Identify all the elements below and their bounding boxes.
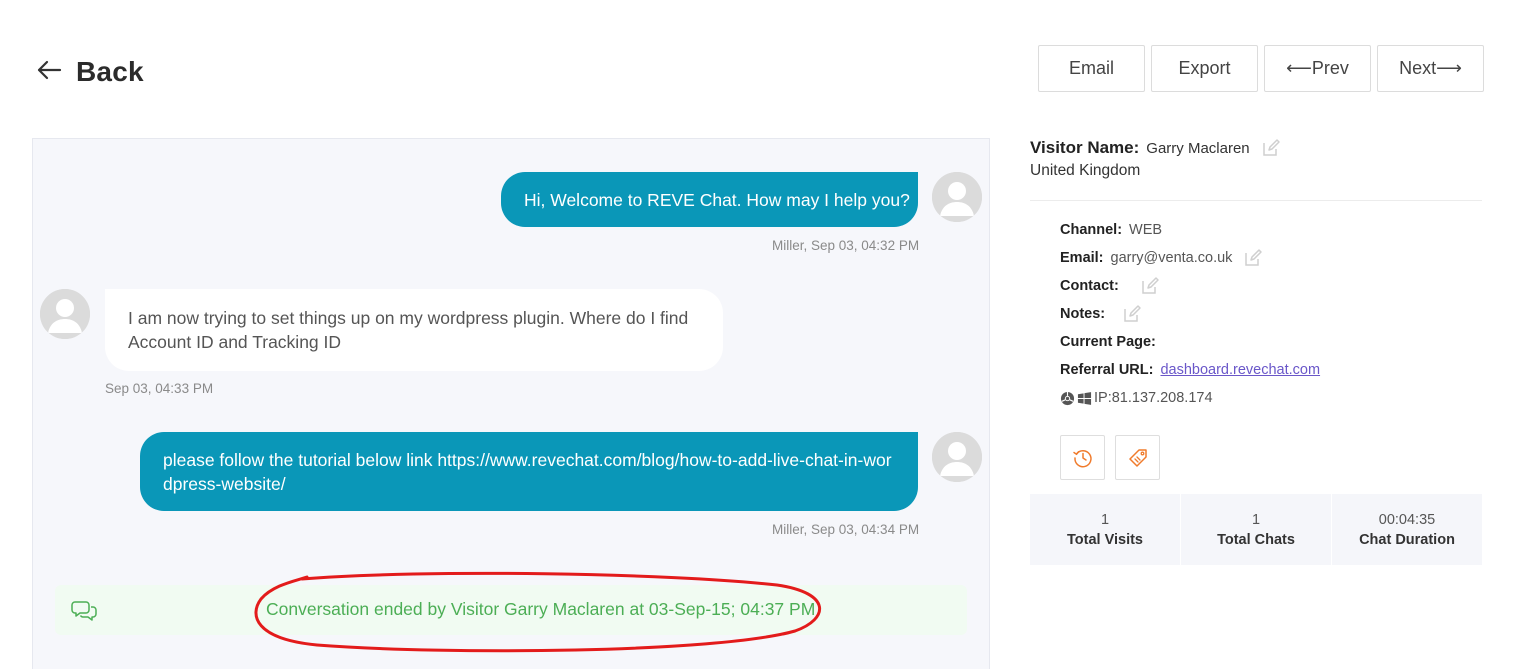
divider xyxy=(1030,200,1482,201)
channel-row: Channel: WEB xyxy=(1060,216,1482,244)
windows-icon xyxy=(1077,391,1092,405)
export-button[interactable]: Export xyxy=(1151,45,1258,92)
edit-icon[interactable] xyxy=(1141,277,1159,295)
message-text: I am now trying to set things up on my w… xyxy=(128,308,689,352)
chat-transcript: Hi, Welcome to REVE Chat. How may I help… xyxy=(32,138,990,669)
referral-row: Referral URL: dashboard.revechat.com xyxy=(1060,356,1482,384)
ip-row: IP:81.137.208.174 xyxy=(1060,384,1482,412)
visitor-info-panel: Visitor Name: Garry Maclaren United King… xyxy=(1030,136,1482,565)
visitor-details: Channel: WEB Email: garry@venta.co.uk Co… xyxy=(1060,216,1482,412)
message-meta: Miller, Sep 03, 04:32 PM xyxy=(772,238,920,253)
browser-os-icons xyxy=(1060,391,1092,406)
email-value: garry@venta.co.uk xyxy=(1110,250,1233,266)
email-label: Email: xyxy=(1060,250,1104,266)
tag-button[interactable] xyxy=(1115,435,1160,480)
agent-message: please follow the tutorial below link ht… xyxy=(140,432,918,511)
visitor-actions xyxy=(1060,435,1482,480)
conversation-ended-banner: Conversation ended by Visitor Garry Macl… xyxy=(55,585,967,635)
tag-icon xyxy=(1128,448,1147,467)
referral-label: Referral URL: xyxy=(1060,362,1154,378)
visitor-name-row: Visitor Name: Garry Maclaren xyxy=(1030,136,1482,160)
edit-icon[interactable] xyxy=(1123,305,1141,323)
stat-total-visits: 1 Total Visits xyxy=(1030,494,1180,565)
current-page-label: Current Page: xyxy=(1060,334,1156,350)
stat-value: 00:04:35 xyxy=(1378,511,1436,528)
message-meta: Miller, Sep 03, 04:34 PM xyxy=(772,522,920,537)
toolbar: Email Export ⟵Prev Next⟶ xyxy=(1038,45,1484,92)
message-text: Hi, Welcome to REVE Chat. How may I help… xyxy=(524,189,910,210)
contact-label: Contact: xyxy=(1060,278,1119,294)
stat-label: Chat Duration xyxy=(1359,531,1455,548)
notes-row: Notes: xyxy=(1060,300,1482,328)
email-row: Email: garry@venta.co.uk xyxy=(1060,244,1482,272)
stat-chat-duration: 00:04:35 Chat Duration xyxy=(1331,494,1482,565)
conversation-ended-text: Conversation ended by Visitor Garry Macl… xyxy=(266,599,816,619)
edit-icon[interactable] xyxy=(1262,139,1280,157)
history-button[interactable] xyxy=(1060,435,1105,480)
current-page-row: Current Page: xyxy=(1060,328,1482,356)
next-button[interactable]: Next⟶ xyxy=(1377,45,1484,92)
visitor-name-label: Visitor Name: xyxy=(1030,138,1140,157)
chat-bubbles-icon xyxy=(71,598,97,622)
edit-icon[interactable] xyxy=(1244,249,1263,267)
prev-button[interactable]: ⟵Prev xyxy=(1264,45,1371,92)
contact-row: Contact: xyxy=(1060,272,1482,300)
user-icon xyxy=(932,432,982,482)
channel-value: WEB xyxy=(1129,222,1163,238)
back-label: Back xyxy=(76,56,144,87)
message-meta: Sep 03, 04:33 PM xyxy=(105,381,214,396)
user-icon xyxy=(932,172,982,222)
email-button[interactable]: Email xyxy=(1038,45,1145,92)
visitor-stats: 1 Total Visits 1 Total Chats 00:04:35 Ch… xyxy=(1030,494,1482,565)
referral-link[interactable]: dashboard.revechat.com xyxy=(1160,362,1320,378)
user-icon xyxy=(40,289,90,339)
visitor-name: Garry Maclaren xyxy=(1146,139,1250,157)
channel-label: Channel: xyxy=(1060,222,1123,238)
visitor-country: United Kingdom xyxy=(1030,162,1141,179)
stat-label: Total Visits xyxy=(1066,531,1143,548)
stat-label: Total Chats xyxy=(1217,531,1295,548)
agent-avatar xyxy=(932,432,982,482)
agent-avatar xyxy=(932,172,982,222)
message-text: please follow the tutorial below link ht… xyxy=(163,449,892,494)
back-button[interactable]: Back xyxy=(36,56,144,88)
stat-value: 1 xyxy=(1100,511,1110,528)
stat-value: 1 xyxy=(1251,511,1261,528)
history-icon xyxy=(1072,449,1092,467)
stat-total-chats: 1 Total Chats xyxy=(1180,494,1331,565)
agent-message: Hi, Welcome to REVE Chat. How may I help… xyxy=(501,172,918,227)
notes-label: Notes: xyxy=(1060,306,1106,322)
visitor-avatar xyxy=(40,289,90,339)
arrow-left-icon xyxy=(36,60,62,85)
visitor-message: I am now trying to set things up on my w… xyxy=(105,289,723,371)
chrome-icon xyxy=(1060,391,1075,405)
ip-address: IP:81.137.208.174 xyxy=(1094,390,1213,406)
